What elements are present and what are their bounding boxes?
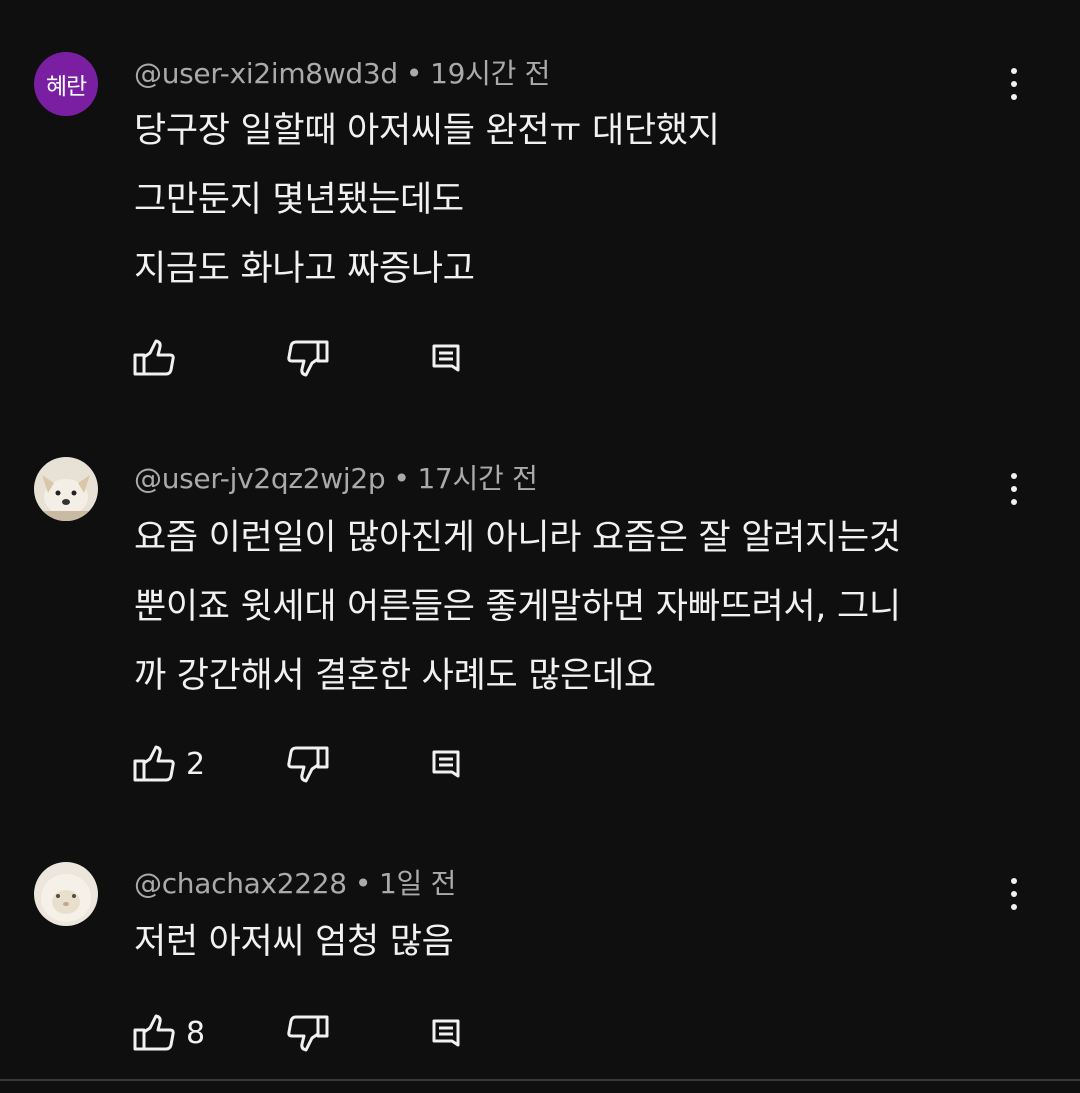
comment: @chachax2228 • 1일 전 저런 아저씨 엄청 많음 8 (0, 0, 1080, 1075)
reply-button[interactable] (430, 1009, 462, 1057)
comment-author[interactable]: @chachax2228 (134, 867, 347, 900)
meta-separator: • (354, 867, 372, 900)
thumb-down-icon (287, 1015, 329, 1052)
comment-meta: @chachax2228 • 1일 전 (134, 862, 456, 902)
comment-time[interactable]: 1일 전 (379, 867, 456, 900)
avatar[interactable] (34, 862, 98, 926)
comment-text: 저런 아저씨 엄청 많음 (134, 922, 454, 962)
like-button[interactable]: 8 (130, 1009, 205, 1057)
comment-actions: 8 (130, 1009, 530, 1057)
avatar-cat-image (34, 862, 98, 926)
divider (0, 1079, 1080, 1081)
more-vert-icon-dot (1011, 891, 1017, 897)
thumb-up-icon (133, 1014, 175, 1051)
like-count: 8 (186, 1015, 206, 1051)
comment-icon (432, 1019, 460, 1047)
dislike-button[interactable] (286, 1009, 332, 1057)
more-vert-icon (1011, 878, 1017, 884)
